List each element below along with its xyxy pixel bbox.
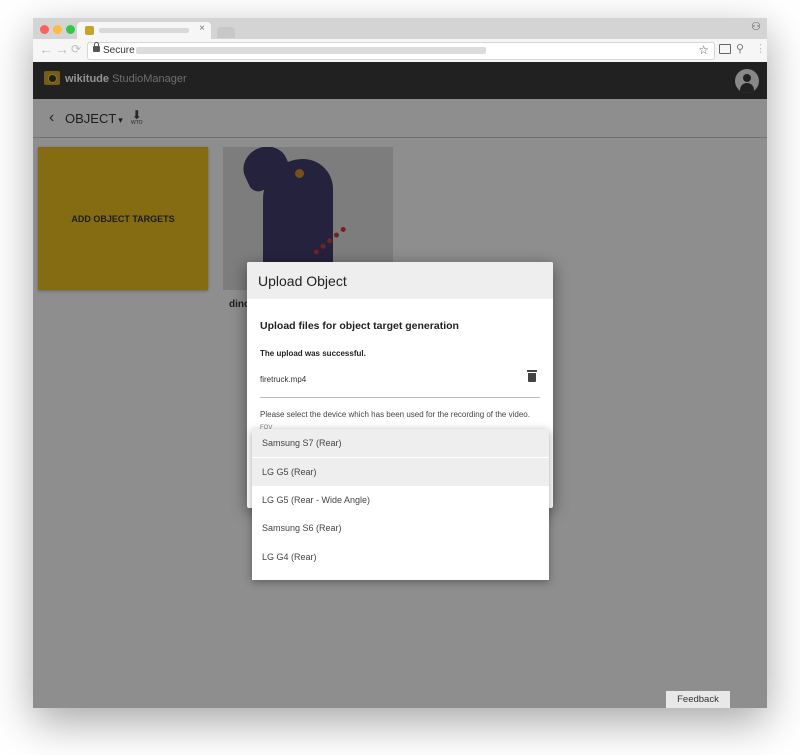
device-option-lg-g5-wide[interactable]: LG G5 (Rear - Wide Angle) xyxy=(252,486,549,514)
device-option-label: LG G5 (Rear) xyxy=(262,467,317,477)
browser-window: × ⚇ ← → ⟳ Secure ☆ ⚲ ⋮ wikitude StudioMa… xyxy=(33,18,767,708)
address-bar[interactable]: Secure ☆ xyxy=(87,42,715,60)
feedback-label: Feedback xyxy=(677,694,719,705)
cast-icon[interactable] xyxy=(719,44,731,54)
dialog-subtitle: Upload files for object target generatio… xyxy=(260,320,459,332)
tab-title xyxy=(99,28,189,33)
browser-menu-icon[interactable]: ⋮ xyxy=(755,42,766,55)
extension-icon[interactable]: ⚲ xyxy=(736,42,744,55)
device-option-samsung-s7-rear[interactable]: Samsung S7 (Rear) xyxy=(252,429,549,457)
url-text xyxy=(136,47,486,54)
zoom-window-button[interactable] xyxy=(66,25,75,34)
favicon-icon xyxy=(85,26,94,35)
tab-strip: × ⚇ xyxy=(33,18,767,39)
secure-label: Secure xyxy=(103,45,135,56)
close-window-button[interactable] xyxy=(40,25,49,34)
trash-icon[interactable] xyxy=(527,370,537,382)
device-option-samsung-s6-rear[interactable]: Samsung S6 (Rear) xyxy=(252,514,549,542)
browser-tab[interactable]: × xyxy=(77,22,211,39)
device-option-label: LG G5 (Rear - Wide Angle) xyxy=(262,495,371,505)
browser-toolbar: ← → ⟳ Secure ☆ ⚲ ⋮ xyxy=(33,39,767,63)
uploaded-file-name: firetruck.mp4 xyxy=(260,375,307,384)
device-option-label: Samsung S7 (Rear) xyxy=(262,438,342,448)
file-divider xyxy=(260,397,540,398)
back-nav-icon[interactable]: ← xyxy=(39,41,53,57)
forward-nav-icon[interactable]: → xyxy=(55,41,69,57)
dialog-title: Upload Object xyxy=(258,273,347,289)
device-option-lg-g5-rear[interactable]: LG G5 (Rear) xyxy=(252,458,549,486)
device-select-prompt: Please select the device which has been … xyxy=(260,410,530,419)
browser-chrome: × ⚇ ← → ⟳ Secure ☆ ⚲ ⋮ xyxy=(33,18,767,63)
new-tab-button[interactable] xyxy=(217,27,235,38)
profile-icon[interactable]: ⚇ xyxy=(751,20,761,33)
tab-close-icon[interactable]: × xyxy=(199,23,205,34)
lock-icon xyxy=(93,42,100,52)
dialog-header: Upload Object xyxy=(247,262,553,299)
feedback-button[interactable]: Feedback xyxy=(666,691,730,708)
device-option-lg-g4-rear[interactable]: LG G4 (Rear) xyxy=(252,543,549,571)
upload-success-message: The upload was successful. xyxy=(260,349,366,358)
bookmark-star-icon[interactable]: ☆ xyxy=(698,43,709,57)
device-option-label: Samsung S6 (Rear) xyxy=(262,523,342,533)
device-option-label: LG G4 (Rear) xyxy=(262,552,317,562)
minimize-window-button[interactable] xyxy=(53,25,62,34)
reload-icon[interactable]: ⟳ xyxy=(71,42,81,56)
device-dropdown-menu: Samsung S7 (Rear) LG G5 (Rear) LG G5 (Re… xyxy=(252,429,549,580)
